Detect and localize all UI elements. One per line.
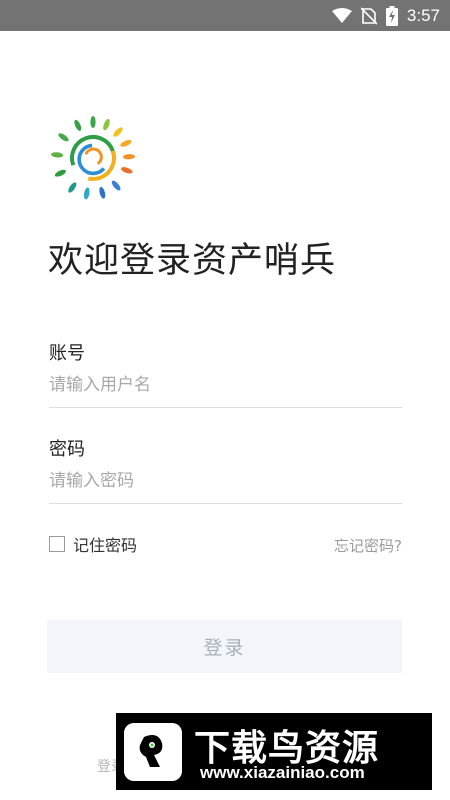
login-button[interactable]: 登录 — [47, 620, 402, 673]
forgot-password-link[interactable]: 忘记密码? — [334, 535, 402, 556]
sun-logo-icon — [51, 116, 135, 200]
watermark-banner: 下载鸟资源 www.xiazainiao.com — [116, 713, 432, 790]
page-title: 欢迎登录资产哨兵 — [48, 241, 337, 281]
status-time: 3:57 — [406, 5, 440, 25]
password-label: 密码 — [49, 439, 85, 460]
wifi-icon — [331, 7, 352, 23]
account-label: 账号 — [49, 343, 85, 364]
watermark-bird-logo-icon — [124, 723, 182, 781]
status-icons: 3:57 — [331, 0, 440, 31]
remember-label: 记住密码 — [73, 536, 138, 555]
no-sim-icon — [360, 6, 377, 25]
logo-rays — [51, 116, 135, 200]
battery-charging-icon — [385, 5, 398, 26]
remember-checkbox[interactable] — [49, 536, 65, 552]
remember-password-toggle[interactable]: 记住密码 — [49, 532, 137, 556]
status-bar: 3:57 — [0, 0, 450, 31]
password-input[interactable] — [49, 466, 402, 504]
watermark-url: www.xiazainiao.com — [200, 763, 365, 782]
account-input[interactable] — [49, 370, 402, 408]
